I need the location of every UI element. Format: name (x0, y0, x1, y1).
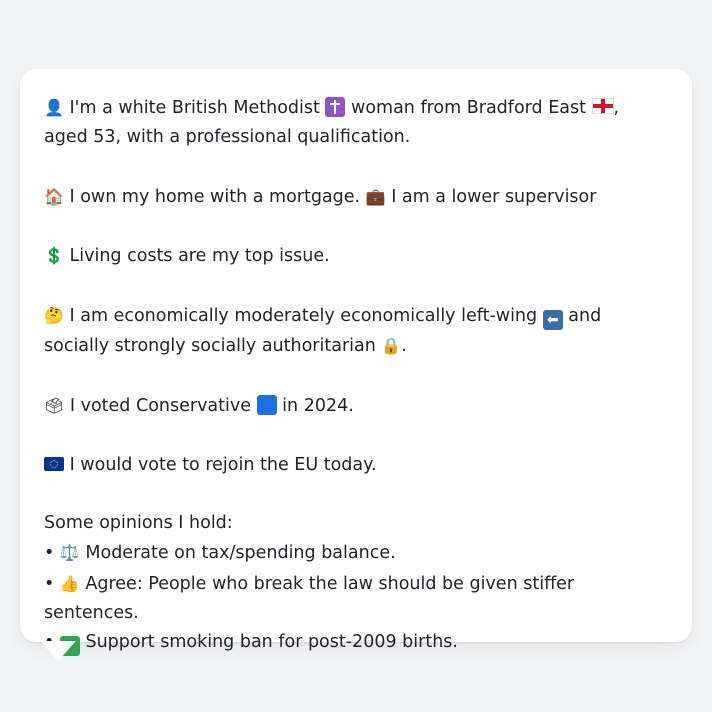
ideology-paragraph: 🤔 I am economically moderately economica… (44, 306, 602, 357)
lock-icon: 🔒 (381, 336, 402, 356)
list-item: • 👍 Agree: People who break the law shou… (44, 573, 575, 624)
opinions-list: • ⚖️ Moderate on tax/spending balance. •… (44, 538, 668, 657)
dollar-sign-icon: 💲 (44, 246, 64, 266)
list-item: • ⚖️ Moderate on tax/spending balance. (44, 543, 396, 564)
housing-paragraph: 🏠 I own my home with a mortgage. 💼 I am … (44, 186, 597, 207)
vote-paragraph: 🗳 I voted Conservative in 2024. (44, 394, 354, 416)
issue-paragraph: 💲 Living costs are my top issue. (44, 246, 330, 267)
england-flag-icon (591, 98, 614, 114)
left-arrow-icon: ⬅ (542, 310, 563, 331)
eu-flag-icon (44, 456, 64, 471)
bubble-tail (40, 641, 76, 661)
thumbs-up-icon: 👍 (59, 573, 80, 593)
list-item: • ✓ Support smoking ban for post-2009 bi… (44, 632, 458, 657)
house-icon: 🏠 (44, 186, 64, 206)
eu-paragraph: I would vote to rejoin the EU today. (44, 451, 668, 480)
thinking-face-icon: 🤔 (44, 306, 64, 326)
briefcase-icon: 💼 (365, 186, 386, 206)
message-bubble: 👤 I'm a white British Methodist woman fr… (20, 69, 692, 657)
ballot-box-icon: 🗳 (44, 395, 65, 415)
latin-cross-icon (325, 97, 346, 117)
balance-scale-icon: ⚖️ (59, 543, 80, 563)
blue-square-icon (256, 394, 277, 415)
opinions-heading: Some opinions I hold: (44, 513, 233, 534)
person-icon: 👤 (44, 98, 64, 117)
identity-paragraph: 👤 I'm a white British Methodist woman fr… (44, 97, 620, 148)
